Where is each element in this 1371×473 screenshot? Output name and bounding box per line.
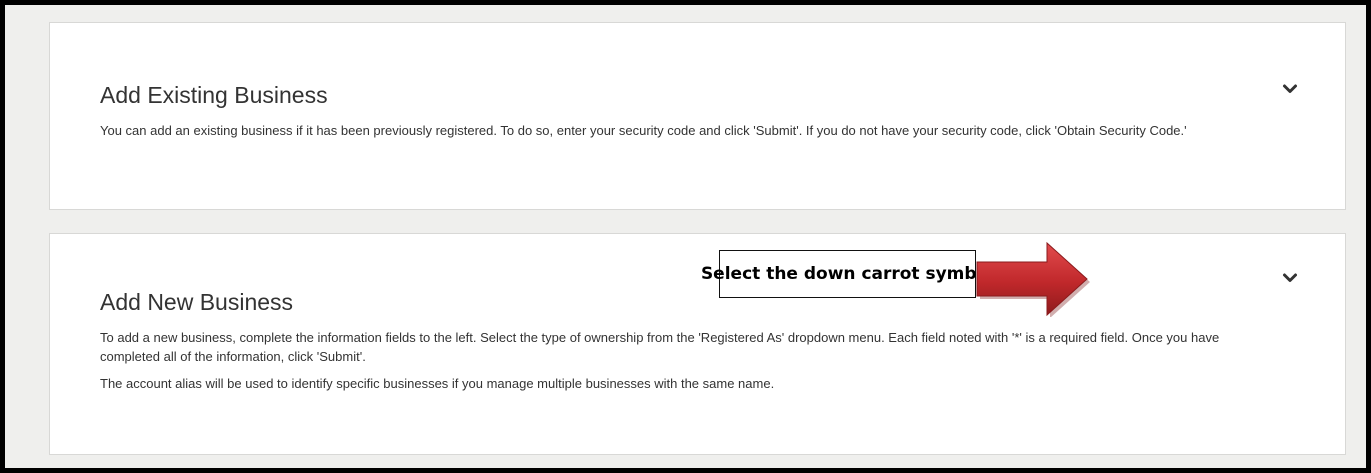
panel-title: Add Existing Business: [100, 82, 328, 108]
panel-description: To add a new business, complete the info…: [100, 330, 1220, 364]
panel-description: You can add an existing business if it h…: [100, 123, 1187, 138]
add-existing-business-panel: Add Existing Business You can add an exi…: [49, 22, 1346, 210]
chevron-down-icon[interactable]: [1280, 79, 1300, 99]
red-arrow-icon: [976, 241, 1090, 317]
annotation-callout: Select the down carrot symbol: [701, 250, 994, 298]
chevron-down-icon[interactable]: [1280, 268, 1300, 288]
screenshot-frame: Add Existing Business You can add an exi…: [0, 0, 1371, 473]
panel-title: Add New Business: [100, 289, 294, 315]
panel-note: The account alias will be used to identi…: [100, 376, 775, 391]
add-new-business-panel: Add New Business To add a new business, …: [49, 233, 1346, 455]
